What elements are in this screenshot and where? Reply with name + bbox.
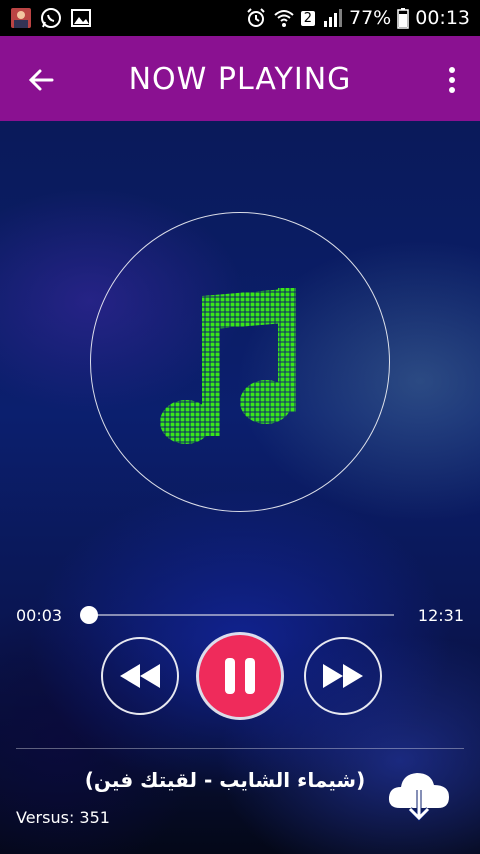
app-bar: NOW PLAYING xyxy=(0,36,480,121)
seek-bar[interactable] xyxy=(80,606,394,624)
cloud-download-icon[interactable] xyxy=(386,766,452,824)
page-title: NOW PLAYING xyxy=(128,62,352,97)
album-art xyxy=(90,212,390,512)
fast-forward-button[interactable] xyxy=(304,637,382,715)
music-note-icon xyxy=(159,287,296,444)
battery-percent: 77% xyxy=(349,7,392,29)
total-time: 12:31 xyxy=(417,606,464,625)
track-title: (شيماء الشايب - لقيتك فين) xyxy=(84,768,366,792)
rewind-button[interactable] xyxy=(101,637,179,715)
alarm-icon xyxy=(247,8,265,27)
image-icon xyxy=(71,9,91,27)
pause-icon xyxy=(225,658,255,694)
fast-forward-icon xyxy=(323,664,363,688)
rewind-icon xyxy=(120,664,160,688)
signal-icon xyxy=(324,9,342,27)
version-label: Versus: 351 xyxy=(16,808,110,827)
overflow-menu-icon[interactable] xyxy=(442,60,462,100)
divider xyxy=(16,748,464,749)
battery-icon xyxy=(397,8,409,29)
status-bar: 2 77% 00:13 xyxy=(0,0,480,36)
wifi-icon xyxy=(274,10,294,27)
whatsapp-icon xyxy=(41,8,61,28)
clock: 00:13 xyxy=(415,7,470,29)
pause-button[interactable] xyxy=(199,635,281,717)
contact-avatar-icon xyxy=(11,8,31,28)
sim-badge: 2 xyxy=(300,10,315,26)
current-time: 00:03 xyxy=(16,606,63,625)
